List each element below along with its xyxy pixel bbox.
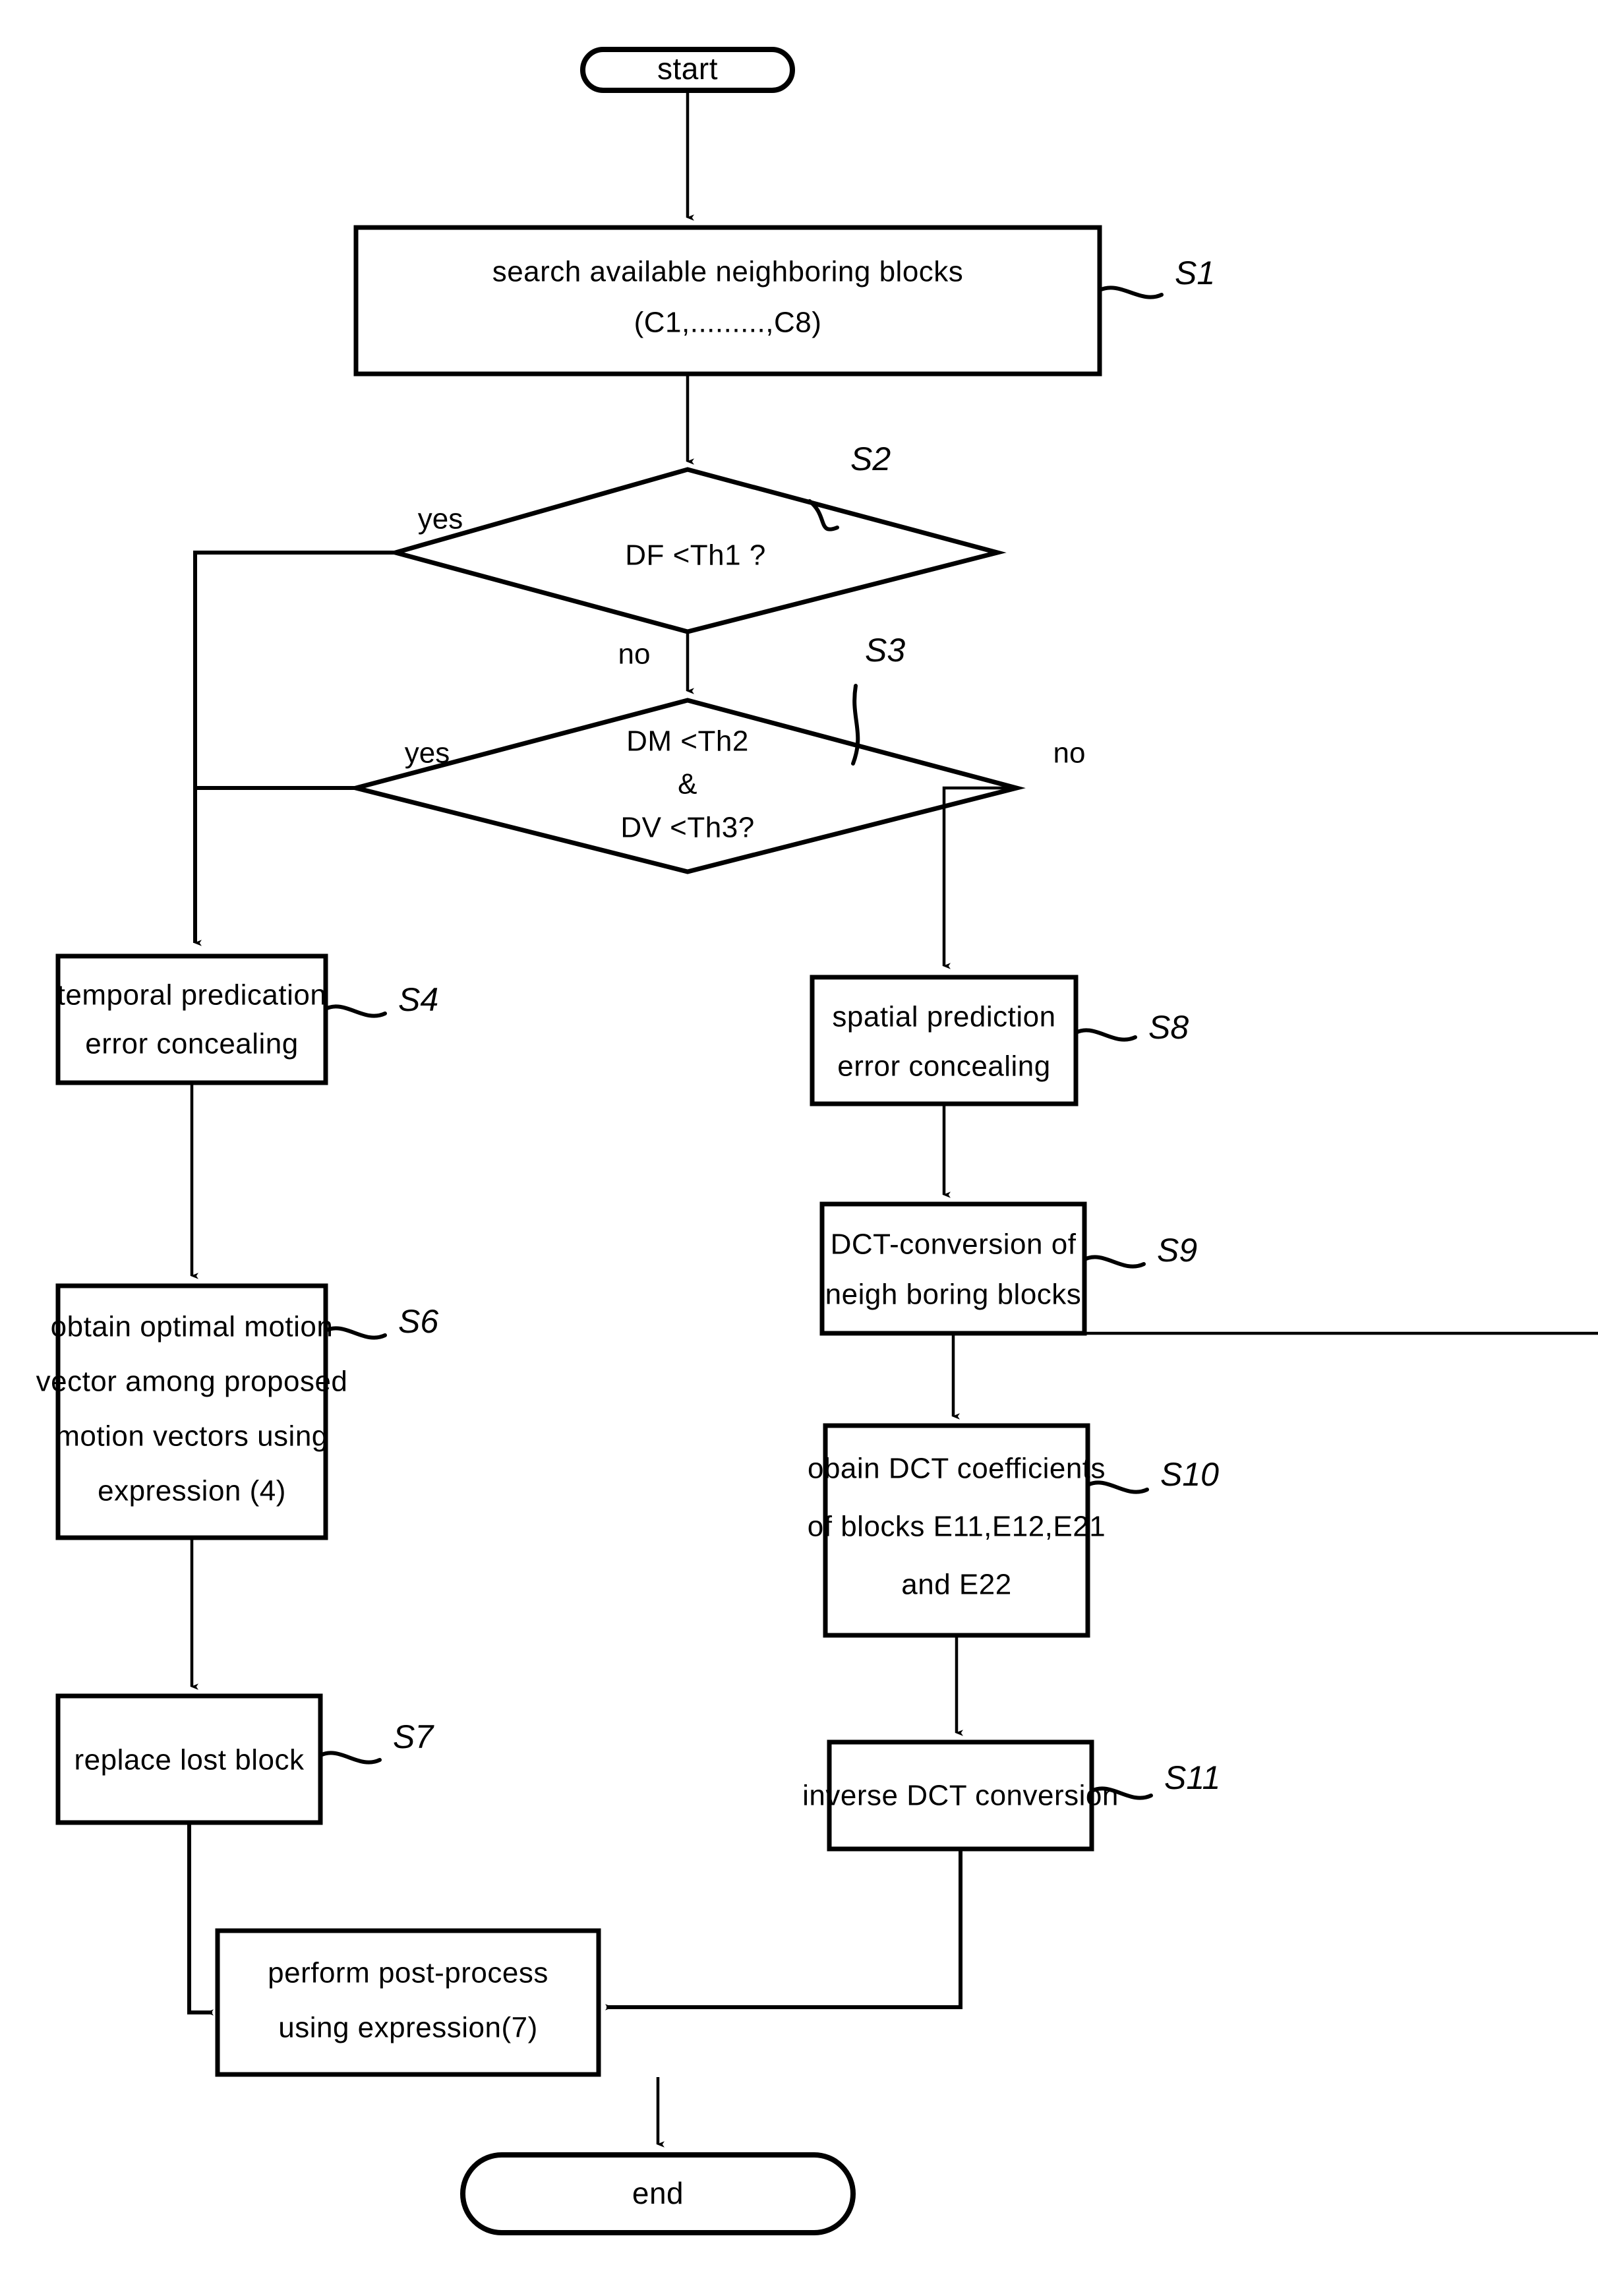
s3-line-1: DM <Th2 bbox=[626, 725, 749, 758]
node-post-process: perform post-process using expression(7) bbox=[215, 1928, 601, 2077]
node-s10: obain DCT coefficients of blocks E11,E12… bbox=[808, 1423, 1106, 1638]
edge-s9-to-s10 bbox=[953, 1331, 1598, 1416]
s6-leader-line bbox=[324, 1326, 387, 1340]
s7-line-1: replace lost block bbox=[74, 1744, 305, 1776]
edge-label-s2-no: no bbox=[618, 638, 651, 671]
s1-line-2: (C1,.........,C8) bbox=[634, 307, 822, 339]
post-process-box-shape bbox=[215, 1928, 601, 2077]
step-label-s7: S7 bbox=[393, 1718, 434, 1755]
end-label: end bbox=[632, 2176, 684, 2210]
node-start: start bbox=[580, 47, 795, 93]
s3-line-3: DV <Th3? bbox=[620, 812, 754, 844]
edge-label-s3-yes: yes bbox=[405, 737, 450, 770]
post-line-1: perform post-process bbox=[268, 1957, 548, 1989]
s9-box-shape bbox=[819, 1201, 1087, 1336]
node-s4: temporal predication error concealing bbox=[55, 953, 328, 1085]
s6-line-3: motion vectors using bbox=[55, 1420, 328, 1453]
step-label-s2: S2 bbox=[850, 440, 891, 477]
node-s2: DF <Th1 ? bbox=[386, 467, 1007, 634]
edge-label-s3-no: no bbox=[1053, 737, 1086, 770]
flowchart-canvas: start search available neighboring block… bbox=[36, 47, 1598, 2235]
s4-box-shape bbox=[55, 953, 328, 1085]
s6-line-2: vector among proposed bbox=[36, 1366, 348, 1398]
flowchart-figure: start search available neighboring block… bbox=[0, 0, 1598, 2296]
s1-leader-line bbox=[1098, 286, 1164, 299]
edge-s11-to-post bbox=[605, 1849, 962, 2010]
start-label: start bbox=[657, 51, 718, 86]
node-s11: inverse DCT conversion bbox=[802, 1739, 1119, 1852]
edge-label-s2-yes: yes bbox=[418, 503, 463, 535]
s10-line-1: obain DCT coefficients bbox=[808, 1453, 1106, 1485]
s11-line-1: inverse DCT conversion bbox=[802, 1780, 1119, 1812]
s1-box-shape bbox=[353, 225, 1102, 377]
step-label-s6: S6 bbox=[398, 1303, 438, 1340]
s4-line-2: error concealing bbox=[85, 1028, 299, 1060]
edge-s2-yes-to-s4 bbox=[193, 551, 396, 946]
node-s1: search available neighboring blocks (C1,… bbox=[353, 225, 1102, 377]
s9-line-1: DCT-conversion of bbox=[831, 1228, 1077, 1261]
s8-box-shape bbox=[810, 975, 1079, 1106]
node-s6: obtain optimal motion vector among propo… bbox=[36, 1283, 348, 1540]
s4-leader-line bbox=[324, 1004, 387, 1018]
s10-line-2: of blocks E11,E12,E21 bbox=[808, 1511, 1106, 1543]
s2-line-1: DF <Th1 ? bbox=[625, 539, 766, 572]
step-label-s10: S10 bbox=[1160, 1456, 1219, 1493]
s7-leader-line bbox=[318, 1751, 382, 1765]
step-label-s1: S1 bbox=[1175, 255, 1215, 291]
edge-s7-to-post bbox=[187, 1823, 214, 2016]
post-line-2: using expression(7) bbox=[278, 2012, 537, 2044]
edge-s3-no-to-s8 bbox=[942, 786, 1017, 969]
node-s9: DCT-conversion of neigh boring blocks bbox=[819, 1201, 1087, 1336]
s3-line-2: & bbox=[678, 768, 697, 801]
step-label-s8: S8 bbox=[1148, 1009, 1189, 1046]
node-s3: DM <Th2 & DV <Th3? bbox=[347, 698, 1026, 874]
s9-leader-line bbox=[1082, 1255, 1146, 1269]
node-end: end bbox=[460, 2152, 856, 2235]
s6-line-4: expression (4) bbox=[98, 1475, 286, 1507]
s8-line-1: spatial prediction bbox=[832, 1001, 1055, 1033]
s10-line-3: and E22 bbox=[901, 1569, 1011, 1601]
step-label-s11: S11 bbox=[1164, 1759, 1220, 1796]
s6-line-1: obtain optimal motion bbox=[51, 1311, 334, 1343]
s8-leader-line bbox=[1074, 1028, 1137, 1042]
s8-line-2: error concealing bbox=[837, 1050, 1051, 1083]
node-s7: replace lost block bbox=[55, 1693, 323, 1825]
s10-leader-line bbox=[1086, 1480, 1149, 1494]
s9-line-2: neigh boring blocks bbox=[825, 1279, 1082, 1311]
s1-line-1: search available neighboring blocks bbox=[492, 256, 964, 288]
step-label-s4: S4 bbox=[398, 981, 438, 1018]
step-label-s9: S9 bbox=[1157, 1232, 1197, 1269]
step-label-s3: S3 bbox=[865, 632, 905, 669]
s4-line-1: temporal predication bbox=[57, 979, 327, 1012]
node-s8: spatial prediction error concealing bbox=[810, 975, 1079, 1106]
